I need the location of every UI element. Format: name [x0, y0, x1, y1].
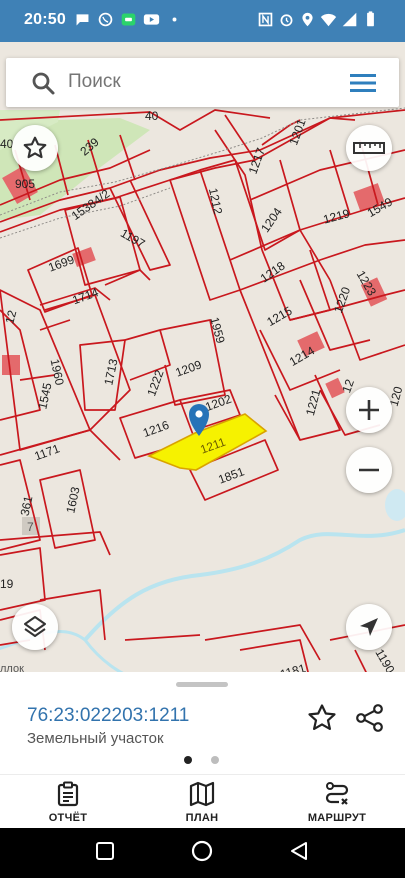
- search-input[interactable]: [68, 71, 308, 93]
- search-icon[interactable]: [30, 70, 56, 96]
- svg-text:1216: 1216: [141, 418, 171, 440]
- nav-plan-label: ПЛАН: [185, 812, 219, 824]
- svg-text:7: 7: [27, 520, 34, 534]
- parcel-type: Земельный участок: [27, 730, 164, 747]
- map-view[interactable]: 40 239 905 15384/2 1197 1212 1217 1201 1…: [0, 42, 405, 680]
- svg-text:1218: 1218: [258, 258, 288, 285]
- svg-text:1714: 1714: [70, 285, 100, 307]
- nav-route[interactable]: МАРШРУТ: [282, 775, 392, 829]
- menu-icon[interactable]: [349, 72, 377, 94]
- nav-plan[interactable]: ПЛАН: [147, 775, 257, 829]
- svg-text:19: 19: [0, 577, 14, 591]
- svg-text:1219: 1219: [322, 206, 352, 227]
- parcel-info-sheet[interactable]: 76:23:022203:1211 Земельный участок: [0, 672, 405, 774]
- svg-text:1960: 1960: [48, 358, 67, 387]
- notification-icons: [74, 11, 183, 28]
- svg-text:12: 12: [2, 308, 19, 325]
- ruler-button[interactable]: [346, 125, 392, 171]
- whatsapp-icon: [98, 12, 113, 27]
- messages-icon: [121, 13, 136, 26]
- share-icon[interactable]: [354, 702, 386, 734]
- plus-icon: [359, 400, 379, 420]
- pager-dot-active: [184, 756, 192, 764]
- system-navigation-bar: [0, 828, 405, 878]
- nfc-icon: [258, 12, 273, 27]
- chat-icon: [76, 14, 89, 26]
- youtube-icon: [143, 14, 160, 25]
- locate-button[interactable]: [346, 604, 392, 650]
- sheet-drag-handle[interactable]: [176, 682, 228, 687]
- layers-button[interactable]: [12, 604, 58, 650]
- favorite-map-button[interactable]: [12, 125, 58, 171]
- ruler-icon: [353, 142, 385, 154]
- svg-text:1545: 1545: [35, 381, 54, 410]
- svg-text:1204: 1204: [258, 205, 285, 235]
- favorite-star-icon[interactable]: [306, 702, 338, 734]
- svg-text:1851: 1851: [216, 464, 246, 486]
- cadastral-map: 40 239 905 15384/2 1197 1212 1217 1201 1…: [0, 107, 405, 680]
- svg-text:1212: 1212: [206, 187, 225, 216]
- nav-route-label: МАРШРУТ: [307, 812, 367, 824]
- svg-text:905: 905: [15, 177, 35, 191]
- svg-text:1699: 1699: [46, 252, 76, 274]
- nav-report-label: ОТЧЁТ: [48, 812, 88, 824]
- zoom-in-button[interactable]: [346, 387, 392, 433]
- svg-text:1209: 1209: [174, 357, 204, 379]
- location-icon: [302, 12, 313, 27]
- svg-text:1215: 1215: [264, 303, 294, 329]
- zoom-out-button[interactable]: [346, 447, 392, 493]
- pager-dot: [211, 756, 219, 764]
- star-outline-icon: [23, 136, 47, 159]
- status-time: 20:50: [24, 11, 66, 28]
- battery-icon: [367, 11, 374, 27]
- home-icon[interactable]: [190, 839, 214, 863]
- map-plan-icon: [189, 781, 215, 807]
- svg-text:1713: 1713: [101, 357, 120, 386]
- svg-text:1603: 1603: [63, 485, 82, 514]
- svg-text:1222: 1222: [144, 368, 166, 398]
- svg-text:1221: 1221: [303, 387, 324, 417]
- nav-report[interactable]: ОТЧЁТ: [13, 775, 123, 829]
- minus-icon: [359, 468, 379, 472]
- status-bar: 20:50: [0, 0, 405, 42]
- report-clipboard-icon: [57, 781, 79, 807]
- back-icon[interactable]: [288, 840, 310, 862]
- svg-text:1959: 1959: [207, 315, 228, 345]
- pager-dots: [184, 756, 219, 764]
- navigation-arrow-icon: [360, 618, 378, 636]
- system-status-icons: [257, 11, 379, 28]
- svg-text:40: 40: [145, 109, 159, 123]
- search-bar[interactable]: [6, 58, 399, 107]
- alarm-icon: [280, 14, 293, 27]
- more-dot-icon: [172, 17, 177, 22]
- signal-icon: [342, 12, 357, 27]
- recents-icon[interactable]: [95, 841, 115, 861]
- layers-icon: [24, 616, 46, 637]
- bottom-navigation: ОТЧЁТ ПЛАН МАРШРУТ: [0, 774, 405, 828]
- wifi-icon: [320, 13, 337, 27]
- cadastral-number[interactable]: 76:23:022203:1211: [27, 705, 189, 727]
- route-icon: [325, 782, 349, 805]
